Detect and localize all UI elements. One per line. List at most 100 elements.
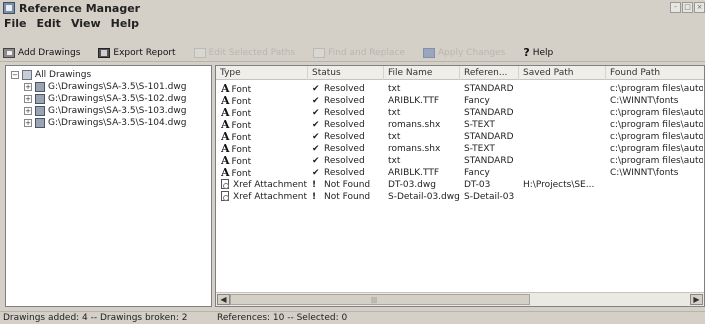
column-header-found-path[interactable]: Found Path xyxy=(606,66,704,80)
find-and-replace-label: Find and Replace xyxy=(328,47,405,58)
cell-text: txt xyxy=(388,84,401,94)
cell-file: txt xyxy=(388,107,461,119)
cell-text: DT-03.dwg xyxy=(388,180,436,190)
checkmark-icon: ✔ xyxy=(312,132,320,142)
help-label: Help xyxy=(532,47,554,58)
column-header-reference-name[interactable]: Referen... xyxy=(460,66,519,80)
column-header-file-name[interactable]: File Name xyxy=(384,66,460,80)
collapse-icon[interactable]: − xyxy=(11,71,19,79)
scroll-thumb[interactable]: ||| xyxy=(230,294,530,305)
cell-type: A Font xyxy=(221,131,309,143)
cell-text: Fancy xyxy=(464,96,490,106)
checkmark-icon: ✔ xyxy=(312,144,320,154)
horizontal-scrollbar[interactable]: ◀ ||| ▶ xyxy=(216,292,704,306)
cell-text: romans.shx xyxy=(388,144,441,154)
expand-icon[interactable]: + xyxy=(24,95,32,103)
table-row[interactable]: A Font ✔ Resolved romans.shx S-TEXT c:\program… xyxy=(216,143,704,155)
table-row[interactable]: A Font ✔ Resolved txt STANDARD c:\program file… xyxy=(216,83,704,95)
xref-icon xyxy=(221,191,229,201)
help-button[interactable]: ? Help xyxy=(523,45,554,59)
cell-text: c:\program files\autoca xyxy=(610,132,703,142)
tree-item-all-drawings[interactable]: − All Drawings xyxy=(11,70,91,80)
tree-item-drawing[interactable]: + G:\Drawings\SA-3.5\S-103.dwg xyxy=(24,106,186,116)
expand-icon[interactable]: + xyxy=(24,107,32,115)
find-and-replace-button[interactable]: Find and Replace xyxy=(313,47,405,58)
cell-type: A Font xyxy=(221,155,309,167)
cell-found xyxy=(610,191,703,203)
tree-item-drawing[interactable]: + G:\Drawings\SA-3.5\S-102.dwg xyxy=(24,94,186,104)
tree-item-label: G:\Drawings\SA-3.5\S-102.dwg xyxy=(48,94,187,104)
drawing-file-icon xyxy=(35,118,45,128)
tree-item-drawing[interactable]: + G:\Drawings\SA-3.5\S-104.dwg xyxy=(24,118,186,128)
grip-icon: ||| xyxy=(371,297,378,304)
table-row[interactable]: Xref Attachment! Not Found S-Detail-03.dwg… xyxy=(216,191,704,203)
apply-changes-button[interactable]: Apply Changes xyxy=(422,47,505,58)
menu-file[interactable]: File xyxy=(0,17,32,30)
cell-saved xyxy=(523,155,607,167)
font-icon: A xyxy=(221,143,230,155)
cell-saved xyxy=(523,95,607,107)
maximize-button[interactable]: □ xyxy=(682,2,693,13)
cell-text: Resolved xyxy=(324,168,365,178)
column-header-status[interactable]: Status xyxy=(308,66,384,80)
minimize-button[interactable]: - xyxy=(670,2,681,13)
cell-text: Resolved xyxy=(324,132,365,142)
title-bar: Reference Manager - □ × xyxy=(0,0,705,16)
tree-item-label: G:\Drawings\SA-3.5\S-101.dwg xyxy=(48,82,187,92)
cell-text: Resolved xyxy=(324,144,365,154)
cell-found xyxy=(610,179,703,191)
cell-found: c:\program files\autoca xyxy=(610,119,703,131)
menu-edit[interactable]: Edit xyxy=(32,17,66,30)
scroll-left-arrow-icon[interactable]: ◀ xyxy=(217,294,230,305)
cell-text: Xref Attachment xyxy=(233,180,307,190)
references-grid[interactable]: Type Status File Name Referen... Saved P… xyxy=(215,65,705,307)
cell-text: S-Detail-03.dwg xyxy=(388,192,460,202)
cell-ref: DT-03 xyxy=(464,179,520,191)
cell-file: txt xyxy=(388,155,461,167)
table-row[interactable]: A Font ✔ Resolved txt STANDARD c:\program file… xyxy=(216,131,704,143)
edit-selected-paths-button[interactable]: Edit Selected Paths xyxy=(193,47,295,58)
table-row[interactable]: A Font ✔ Resolved romans.shx S-TEXT c:\program… xyxy=(216,119,704,131)
cell-text: Font xyxy=(231,157,252,167)
cell-found: C:\WINNT\fonts xyxy=(610,167,703,179)
expand-icon[interactable]: + xyxy=(24,83,32,91)
cell-file: S-Detail-03.dwg xyxy=(388,191,461,203)
close-button[interactable]: × xyxy=(694,2,705,13)
cell-text: c:\program files\autoca xyxy=(610,120,703,130)
cell-text: H:\Projects\SE... xyxy=(523,180,595,190)
menu-bar: File Edit View Help xyxy=(0,16,705,31)
scroll-right-arrow-icon[interactable]: ▶ xyxy=(690,294,703,305)
tree-item-drawing[interactable]: + G:\Drawings\SA-3.5\S-101.dwg xyxy=(24,82,186,92)
question-mark-icon: ? xyxy=(523,45,530,59)
cell-text: Not Found xyxy=(324,180,371,190)
table-row[interactable]: Xref Attachment! Not Found DT-03.dwg DT-03 H… xyxy=(216,179,704,191)
cell-status: ✔ Resolved xyxy=(312,155,385,167)
add-drawings-button[interactable]: Add Drawings xyxy=(3,47,80,58)
table-row[interactable]: A Font ✔ Resolved ARIBLK.TTF Fancy C:\WINNT\fo… xyxy=(216,167,704,179)
table-row[interactable]: A Font ✔ Resolved ARIBLK.TTF Fancy C:\WINNT\fo… xyxy=(216,95,704,107)
cell-text: S-TEXT xyxy=(464,120,495,130)
cell-text: STANDARD xyxy=(464,156,514,166)
cell-text: txt xyxy=(388,156,401,166)
drawings-status: Drawings added: 4 -- Drawings broken: 2 xyxy=(3,313,188,323)
checkmark-icon: ✔ xyxy=(312,96,320,106)
tree-item-label: All Drawings xyxy=(35,70,92,80)
cell-type: A Font xyxy=(221,167,309,179)
window-controls: - □ × xyxy=(670,2,705,13)
menu-help[interactable]: Help xyxy=(106,17,144,30)
expand-icon[interactable]: + xyxy=(24,119,32,127)
checkmark-icon: ✔ xyxy=(312,108,320,118)
table-row[interactable]: A Font ✔ Resolved txt STANDARD c:\program file… xyxy=(216,107,704,119)
menu-view[interactable]: View xyxy=(66,17,106,30)
column-header-saved-path[interactable]: Saved Path xyxy=(519,66,606,80)
column-header-type[interactable]: Type xyxy=(216,66,308,80)
cell-file: txt xyxy=(388,131,461,143)
warning-icon: ! xyxy=(312,180,317,190)
cell-saved xyxy=(523,107,607,119)
cell-ref: S-TEXT xyxy=(464,143,520,155)
drawings-tree[interactable]: − All Drawings + G:\Drawings\SA-3.5\S-10… xyxy=(5,65,212,307)
export-report-button[interactable]: Export Report xyxy=(98,47,176,58)
cell-status: ✔ Resolved xyxy=(312,131,385,143)
cell-text: Resolved xyxy=(324,120,365,130)
table-row[interactable]: A Font ✔ Resolved txt STANDARD c:\program file… xyxy=(216,155,704,167)
